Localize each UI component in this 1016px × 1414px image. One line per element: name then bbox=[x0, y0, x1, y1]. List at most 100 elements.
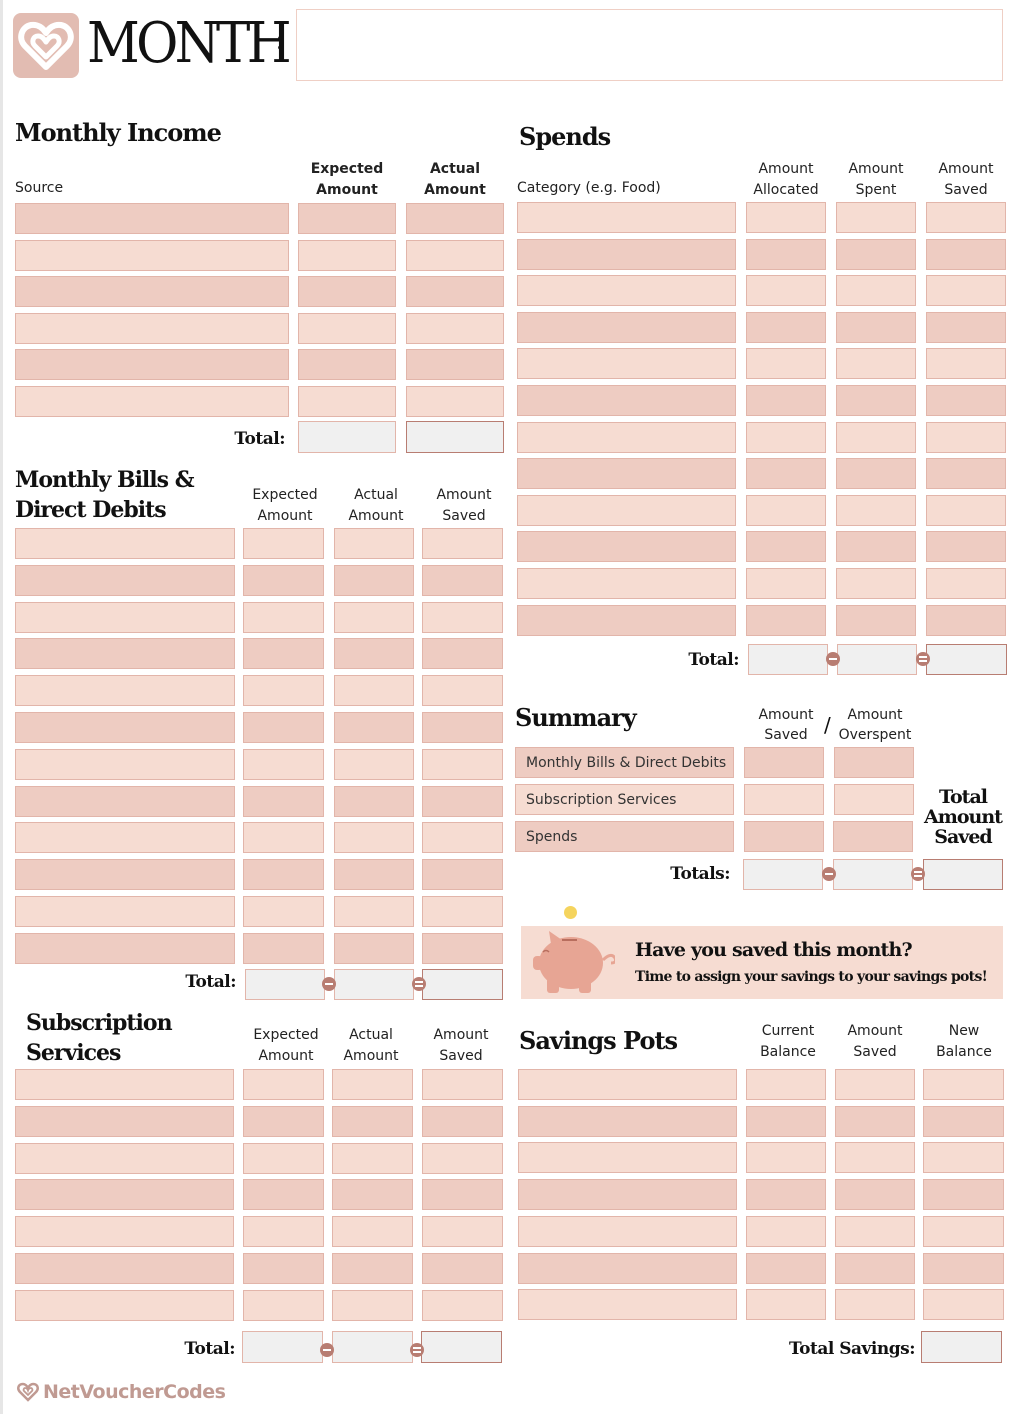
income-row-5-col-3[interactable] bbox=[406, 349, 504, 380]
summary-subs-overspent[interactable] bbox=[834, 784, 914, 815]
spends-row-7-col-4[interactable] bbox=[926, 421, 1006, 453]
spends-row-3-col-3[interactable] bbox=[836, 275, 916, 307]
bills-row-3-col-4[interactable] bbox=[422, 601, 503, 633]
spends-row-6-col-2[interactable] bbox=[746, 385, 826, 416]
subscription-row-3-col-4[interactable] bbox=[422, 1142, 503, 1174]
bills-row-12-col-1[interactable] bbox=[15, 932, 235, 964]
bills-row-12-col-2[interactable] bbox=[243, 932, 324, 964]
bills-row-2-col-1[interactable] bbox=[15, 564, 235, 596]
income-total-expected[interactable] bbox=[298, 421, 396, 453]
spends-row-12-col-1[interactable] bbox=[517, 604, 736, 636]
spends-row-7-col-2[interactable] bbox=[746, 421, 826, 453]
spends-row-11-col-1[interactable] bbox=[517, 568, 736, 599]
bills-row-1-col-3[interactable] bbox=[334, 528, 414, 559]
spends-row-9-col-2[interactable] bbox=[746, 494, 826, 526]
savings-row-1-col-4[interactable] bbox=[923, 1069, 1004, 1100]
bills-row-7-col-2[interactable] bbox=[243, 748, 324, 780]
spends-row-11-col-3[interactable] bbox=[836, 568, 916, 599]
subscription-row-7-col-1[interactable] bbox=[15, 1289, 234, 1321]
spends-row-7-col-3[interactable] bbox=[836, 421, 916, 453]
income-row-4-col-3[interactable] bbox=[406, 312, 504, 344]
summary-total-overspent[interactable] bbox=[833, 859, 913, 890]
spends-row-8-col-3[interactable] bbox=[836, 458, 916, 490]
income-row-3-col-1[interactable] bbox=[15, 276, 289, 307]
subscription-row-5-col-3[interactable] bbox=[332, 1216, 413, 1248]
spends-row-1-col-3[interactable] bbox=[836, 202, 916, 233]
summary-bills-saved[interactable] bbox=[744, 747, 824, 778]
savings-row-4-col-3[interactable] bbox=[835, 1179, 915, 1211]
bills-row-9-col-3[interactable] bbox=[334, 822, 414, 854]
income-row-2-col-3[interactable] bbox=[406, 239, 504, 271]
bills-row-6-col-2[interactable] bbox=[243, 712, 324, 743]
bills-total-saved[interactable] bbox=[422, 969, 503, 1000]
savings-row-4-col-1[interactable] bbox=[518, 1179, 737, 1211]
spends-row-6-col-1[interactable] bbox=[517, 385, 736, 416]
spends-row-11-col-2[interactable] bbox=[746, 568, 826, 599]
savings-row-4-col-4[interactable] bbox=[923, 1179, 1004, 1211]
bills-row-6-col-3[interactable] bbox=[334, 712, 414, 743]
subscription-row-6-col-3[interactable] bbox=[332, 1253, 413, 1284]
bills-row-5-col-4[interactable] bbox=[422, 675, 503, 707]
savings-row-1-col-1[interactable] bbox=[518, 1069, 737, 1100]
bills-row-10-col-3[interactable] bbox=[334, 859, 414, 891]
savings-row-7-col-1[interactable] bbox=[518, 1289, 737, 1321]
bills-row-9-col-2[interactable] bbox=[243, 822, 324, 854]
subscription-row-7-col-3[interactable] bbox=[332, 1289, 413, 1321]
subs-total-saved[interactable] bbox=[421, 1331, 502, 1363]
savings-row-5-col-3[interactable] bbox=[835, 1215, 915, 1247]
spends-row-8-col-4[interactable] bbox=[926, 458, 1006, 490]
spends-total-spent[interactable] bbox=[837, 644, 917, 675]
subscription-row-1-col-2[interactable] bbox=[243, 1069, 324, 1100]
savings-row-2-col-2[interactable] bbox=[746, 1105, 826, 1137]
bills-row-3-col-1[interactable] bbox=[15, 601, 235, 633]
bills-row-11-col-1[interactable] bbox=[15, 896, 235, 927]
spends-total-allocated[interactable] bbox=[748, 644, 828, 675]
income-row-2-col-2[interactable] bbox=[298, 239, 396, 271]
savings-row-3-col-2[interactable] bbox=[746, 1142, 826, 1174]
bills-row-3-col-2[interactable] bbox=[243, 601, 324, 633]
subscription-row-2-col-2[interactable] bbox=[243, 1105, 324, 1137]
spends-row-10-col-2[interactable] bbox=[746, 531, 826, 563]
bills-row-12-col-4[interactable] bbox=[422, 932, 503, 964]
subscription-row-4-col-4[interactable] bbox=[422, 1179, 503, 1211]
subscription-row-6-col-2[interactable] bbox=[243, 1253, 324, 1284]
savings-row-2-col-3[interactable] bbox=[835, 1105, 915, 1137]
bills-row-11-col-4[interactable] bbox=[422, 896, 503, 927]
subscription-row-4-col-3[interactable] bbox=[332, 1179, 413, 1211]
subscription-row-6-col-1[interactable] bbox=[15, 1253, 234, 1284]
bills-row-7-col-3[interactable] bbox=[334, 748, 414, 780]
bills-row-11-col-2[interactable] bbox=[243, 896, 324, 927]
spends-row-5-col-1[interactable] bbox=[517, 348, 736, 380]
bills-row-6-col-4[interactable] bbox=[422, 712, 503, 743]
spends-row-4-col-4[interactable] bbox=[926, 311, 1006, 343]
subscription-row-7-col-2[interactable] bbox=[243, 1289, 324, 1321]
income-row-6-col-2[interactable] bbox=[298, 385, 396, 417]
bills-row-10-col-1[interactable] bbox=[15, 859, 235, 891]
subscription-row-7-col-4[interactable] bbox=[422, 1289, 503, 1321]
bills-row-1-col-1[interactable] bbox=[15, 528, 235, 559]
savings-row-4-col-2[interactable] bbox=[746, 1179, 826, 1211]
savings-row-3-col-4[interactable] bbox=[923, 1142, 1004, 1174]
income-row-3-col-3[interactable] bbox=[406, 276, 504, 307]
income-total-actual[interactable] bbox=[406, 421, 504, 453]
savings-total[interactable] bbox=[921, 1331, 1002, 1363]
income-row-1-col-1[interactable] bbox=[15, 203, 289, 234]
spends-row-3-col-2[interactable] bbox=[746, 275, 826, 307]
savings-row-3-col-1[interactable] bbox=[518, 1142, 737, 1174]
savings-row-3-col-3[interactable] bbox=[835, 1142, 915, 1174]
spends-row-12-col-3[interactable] bbox=[836, 604, 916, 636]
savings-row-7-col-2[interactable] bbox=[746, 1289, 826, 1321]
spends-row-4-col-3[interactable] bbox=[836, 311, 916, 343]
spends-row-5-col-4[interactable] bbox=[926, 348, 1006, 380]
spends-row-1-col-1[interactable] bbox=[517, 202, 736, 233]
subscription-row-2-col-4[interactable] bbox=[422, 1105, 503, 1137]
month-input[interactable] bbox=[296, 9, 1003, 81]
spends-row-11-col-4[interactable] bbox=[926, 568, 1006, 599]
bills-row-7-col-1[interactable] bbox=[15, 748, 235, 780]
spends-row-4-col-1[interactable] bbox=[517, 311, 736, 343]
subscription-row-4-col-2[interactable] bbox=[243, 1179, 324, 1211]
subscription-row-3-col-1[interactable] bbox=[15, 1142, 234, 1174]
income-row-3-col-2[interactable] bbox=[298, 276, 396, 307]
bills-row-9-col-4[interactable] bbox=[422, 822, 503, 854]
subscription-row-3-col-3[interactable] bbox=[332, 1142, 413, 1174]
